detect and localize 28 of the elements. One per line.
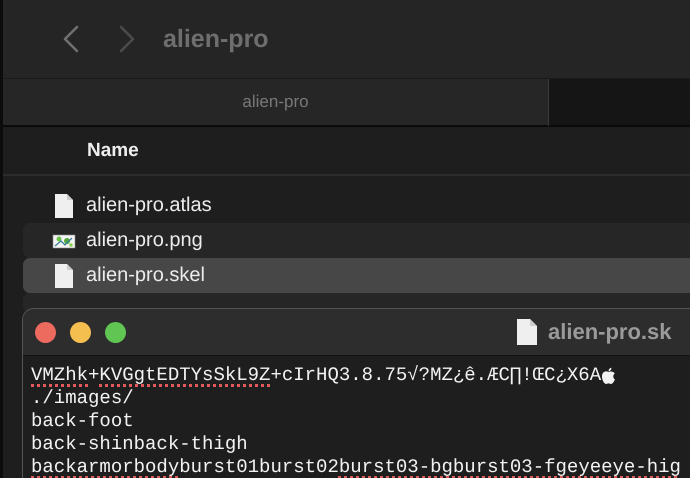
- code-text: ./images/: [31, 387, 134, 410]
- code-text: KVGgtEDTYsSkL9Z: [99, 364, 270, 387]
- document-icon: [516, 318, 538, 346]
- document-icon: [52, 262, 76, 288]
- window-title: alien-pro.sk: [548, 319, 672, 345]
- file-name: alien-pro.atlas: [86, 194, 212, 217]
- code-text: burst03-bgburst03-fgeyeeye-hig: [338, 456, 681, 478]
- file-row[interactable]: alien-pro.png: [23, 223, 690, 258]
- file-row[interactable]: alien-pro.atlas: [23, 188, 690, 223]
- code-text: +: [88, 364, 100, 387]
- minimize-button[interactable]: [70, 322, 91, 342]
- document-icon: [52, 192, 76, 218]
- file-row[interactable]: alien-pro.skel: [23, 258, 690, 293]
- file-name: alien-pro.png: [86, 229, 203, 252]
- code-text: +cIrHQ3.8.75√?MZ¿ê.ÆC∏!ŒC¿X6A: [270, 364, 602, 387]
- chevron-left-icon: [62, 25, 80, 53]
- code-text: back-shinback-thigh: [31, 433, 248, 456]
- code-text: VMZhk: [31, 364, 88, 387]
- close-button[interactable]: [35, 322, 56, 342]
- code-text: burst01burst02: [179, 456, 339, 478]
- column-title: Name: [87, 140, 139, 162]
- code-text: backarmorbody: [31, 456, 180, 478]
- apple-icon: [601, 366, 616, 384]
- file-name: alien-pro.skel: [86, 264, 205, 287]
- window-title: alien-pro: [163, 24, 269, 54]
- chevron-right-icon: [118, 25, 136, 53]
- zoom-button[interactable]: [105, 322, 126, 342]
- code-text: back-foot: [31, 410, 134, 433]
